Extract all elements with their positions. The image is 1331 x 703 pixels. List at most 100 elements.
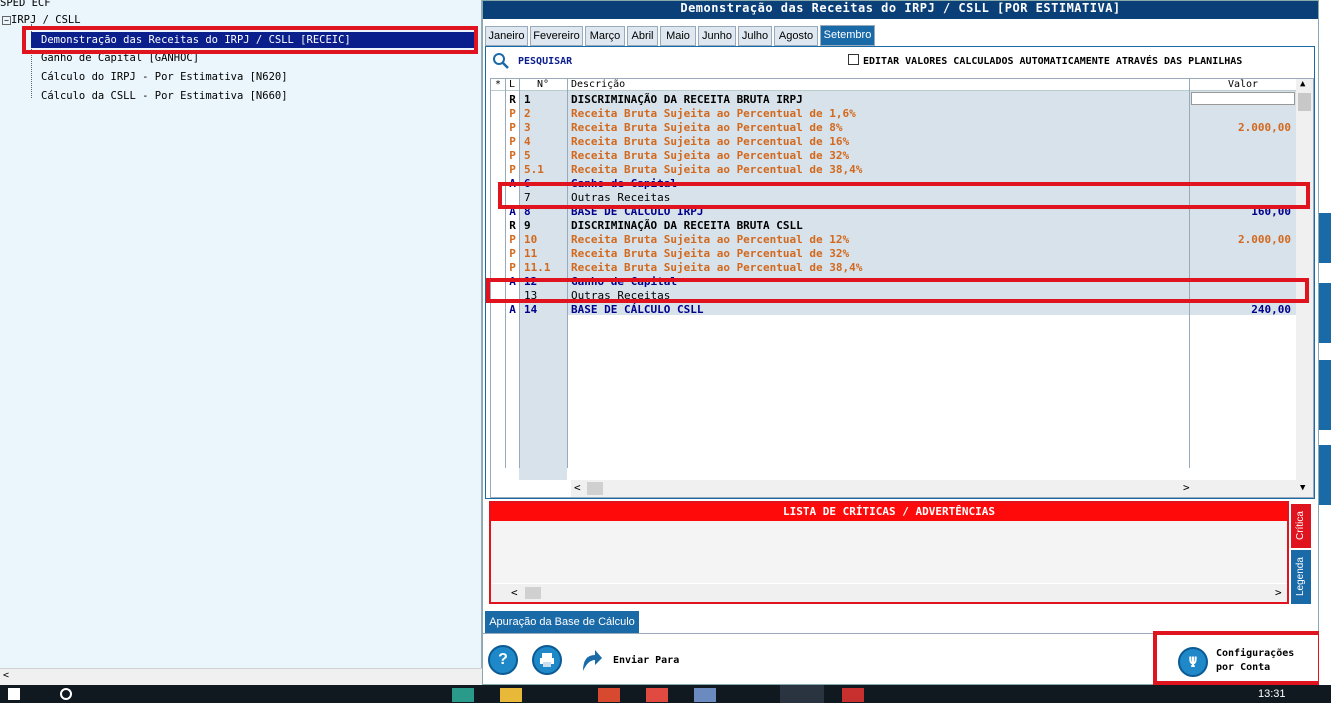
side-icon[interactable] <box>1319 283 1331 343</box>
config-icon-button[interactable]: Ψ <box>1178 647 1208 677</box>
utensils-icon: Ψ <box>1188 655 1198 671</box>
table-row[interactable]: R 9 DISCRIMINAÇÃO DA RECEITA BRUTA CSLL <box>491 219 1297 233</box>
tree-item-n620[interactable]: Cálculo do IRPJ - Por Estimativa [N620] <box>31 70 288 84</box>
tab-maio[interactable]: Maio <box>660 26 696 46</box>
search-icon[interactable] <box>492 52 510 70</box>
scroll-right-icon[interactable]: > <box>1275 586 1282 599</box>
cell-l: A <box>509 177 516 190</box>
table-row[interactable]: P 4 Receita Bruta Sujeita ao Percentual de… <box>491 135 1297 149</box>
cell-descricao: BASE DE CÁLCULO CSLL <box>571 303 704 316</box>
table-row[interactable]: 13 Outras Receitas <box>491 289 1297 303</box>
config-label-1[interactable]: Configurações <box>1216 648 1294 659</box>
taskbar-app-icon[interactable] <box>842 688 864 702</box>
tab-agosto[interactable]: Agosto <box>774 26 818 46</box>
scroll-left-icon[interactable]: < <box>574 481 581 494</box>
table-row[interactable]: P 11.1 Receita Bruta Sujeita ao Percentual… <box>491 261 1297 275</box>
cell-valor: 240,00 <box>1251 303 1291 316</box>
scroll-thumb[interactable] <box>1298 93 1311 111</box>
taskbar-app-icon[interactable] <box>646 688 668 702</box>
cell-l: R <box>509 93 516 106</box>
cell-num: 12 <box>524 275 538 288</box>
tab-marco[interactable]: Março <box>585 26 625 46</box>
scroll-left-icon[interactable]: < <box>3 670 9 681</box>
tab-legenda[interactable]: Legenda <box>1291 550 1311 604</box>
cell-descricao: DISCRIMINAÇÃO DA RECEITA BRUTA CSLL <box>571 219 803 232</box>
tab-janeiro[interactable]: Janeiro <box>485 26 528 46</box>
tab-setembro[interactable]: Setembro <box>820 25 875 46</box>
expand-collapse-icon[interactable]: − <box>2 15 11 25</box>
tab-fevereiro[interactable]: Fevereiro <box>530 26 583 46</box>
side-icon[interactable] <box>1319 360 1331 430</box>
tree-item-ganhoc[interactable]: Ganho de Capital [GANHOC] <box>31 51 199 65</box>
hscroll-thumb[interactable] <box>525 587 541 599</box>
grid-vertical-scrollbar[interactable]: ▲ ▼ <box>1296 79 1313 497</box>
critics-title: LISTA DE CRÍTICAS / ADVERTÊNCIAS <box>491 503 1287 521</box>
windows-start-icon[interactable] <box>8 688 20 700</box>
table-row[interactable]: A 6 Ganho de Capital <box>491 177 1297 191</box>
grid-horizontal-scrollbar[interactable]: < > <box>571 480 1297 497</box>
cell-descricao: Receita Bruta Sujeita ao Percentual de 1… <box>571 107 856 120</box>
taskbar-clock[interactable]: 13:31 <box>1258 688 1286 700</box>
tab-julho[interactable]: Julho <box>738 26 772 46</box>
table-row[interactable]: 7 Outras Receitas <box>491 191 1297 205</box>
print-button[interactable] <box>532 645 562 675</box>
table-row[interactable]: P 10 Receita Bruta Sujeita ao Percentual d… <box>491 233 1297 247</box>
scroll-down-icon[interactable]: ▼ <box>1300 483 1305 493</box>
table-row[interactable]: A 12 Ganho de Capital <box>491 275 1297 289</box>
cell-l: A <box>509 205 516 218</box>
question-icon: ? <box>498 651 508 668</box>
tab-apuracao-base[interactable]: Apuração da Base de Cálculo <box>485 611 639 633</box>
taskbar-app-icon[interactable] <box>598 688 620 702</box>
tree-horizontal-scrollbar[interactable]: < <box>0 668 482 685</box>
cell-l: P <box>509 247 516 260</box>
cell-num: 1 <box>524 93 531 106</box>
config-label-2[interactable]: por Conta <box>1216 662 1270 673</box>
table-row[interactable]: P 2 Receita Bruta Sujeita ao Percentual de… <box>491 107 1297 121</box>
scroll-left-icon[interactable]: < <box>511 586 518 599</box>
cell-descricao: Receita Bruta Sujeita ao Percentual de 1… <box>571 135 850 148</box>
cell-valor: 2.000,00 <box>1238 233 1291 246</box>
scroll-up-icon[interactable]: ▲ <box>1300 79 1305 89</box>
tree-item-n660[interactable]: Cálculo da CSLL - Por Estimativa [N660] <box>31 89 288 103</box>
table-row[interactable]: P 5 Receita Bruta Sujeita ao Percentual de… <box>491 149 1297 163</box>
table-row[interactable]: A 14 BASE DE CÁLCULO CSLL 240,00 <box>491 303 1297 317</box>
send-to-button[interactable]: Enviar Para <box>613 655 679 666</box>
tree-group[interactable]: − IRPJ / CSLL <box>2 13 81 27</box>
tab-junho[interactable]: Junho <box>698 26 736 46</box>
side-icon[interactable] <box>1319 445 1331 505</box>
help-button[interactable]: ? <box>488 645 518 675</box>
table-row[interactable]: P 3 Receita Bruta Sujeita ao Percentual de… <box>491 121 1297 135</box>
critics-side-tabs: Crítica Legenda <box>1291 504 1311 604</box>
taskbar-app-icon[interactable] <box>452 688 474 702</box>
cell-num: 5.1 <box>524 163 544 176</box>
cell-descricao: Receita Bruta Sujeita ao Percentual de 3… <box>571 149 850 162</box>
critics-hscrollbar[interactable]: < > <box>491 584 1287 602</box>
cell-num: 2 <box>524 107 531 120</box>
tree-root[interactable]: SPED ECF <box>0 0 51 10</box>
taskbar-app-icon[interactable] <box>694 688 716 702</box>
tab-critica[interactable]: Crítica <box>1291 504 1311 548</box>
table-row[interactable]: A 8 BASE DE CÁLCULO IRPJ 160,00 <box>491 205 1297 219</box>
tree-item-receic[interactable]: Demonstração das Receitas do IRPJ / CSLL… <box>31 32 474 48</box>
table-row[interactable]: R 1 DISCRIMINAÇÃO DA RECEITA BRUTA IRPJ <box>491 93 1297 107</box>
receitas-dialog: Demonstração das Receitas do IRPJ / CSLL… <box>482 0 1319 685</box>
tab-abril[interactable]: Abril <box>627 26 658 46</box>
edit-values-label: EDITAR VALORES CALCULADOS AUTOMATICAMENT… <box>863 56 1243 67</box>
side-icon[interactable] <box>1319 213 1331 263</box>
cell-descricao: Ganho de Capital <box>571 177 677 190</box>
hscroll-thumb[interactable] <box>587 482 603 495</box>
receitas-grid: * L N° Descrição Valor R 1 DISCRIMINAÇÃO D… <box>490 78 1314 498</box>
cell-l: P <box>509 163 516 176</box>
table-row[interactable]: P 5.1 Receita Bruta Sujeita ao Percentual … <box>491 163 1297 177</box>
search-button[interactable]: PESQUISAR <box>518 56 572 67</box>
cell-l: P <box>509 233 516 246</box>
cell-descricao: Receita Bruta Sujeita ao Percentual de 3… <box>571 163 863 176</box>
scroll-right-icon[interactable]: > <box>1183 481 1190 494</box>
cell-l: A <box>509 303 516 316</box>
send-arrow-icon[interactable] <box>579 647 603 676</box>
taskbar-app-icon[interactable] <box>500 688 522 702</box>
edit-values-checkbox[interactable] <box>848 54 859 65</box>
taskbar-search-icon[interactable] <box>60 688 72 700</box>
taskbar-app-icon[interactable] <box>780 685 824 703</box>
table-row[interactable]: P 11 Receita Bruta Sujeita ao Percentual d… <box>491 247 1297 261</box>
